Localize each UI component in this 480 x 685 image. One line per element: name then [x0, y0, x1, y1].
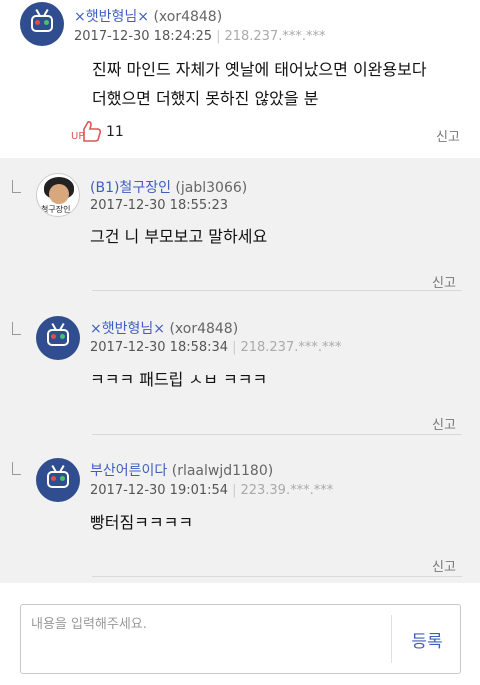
comment-meta: 2017-12-30 18:24:25 | 218.237.***.***: [74, 29, 326, 44]
author-nickname[interactable]: ×햇반형님×: [74, 9, 149, 25]
comment-meta: 2017-12-30 19:01:54 | 223.39.***.***: [90, 483, 334, 498]
compose-box: 등록: [20, 604, 461, 674]
comment-line: 진짜 마인드 자체가 옛날에 태어났으면 이완용보다: [92, 60, 427, 79]
comment-date: 2017-12-30 18:55:23: [90, 198, 229, 213]
author-id: (rlaalwjd1180): [171, 463, 274, 479]
comment-meta: 2017-12-30 18:55:23: [90, 198, 228, 213]
comment-date: 2017-12-30 18:24:25: [74, 29, 213, 44]
author-id: (xor4848): [153, 9, 223, 25]
up-label: UP: [71, 131, 84, 142]
reply-item: 부산어른이다 (rlaalwjd1180) 2017-12-30 19:01:5…: [0, 438, 480, 583]
comment-line: 빵터짐ㅋㅋㅋㅋ: [90, 513, 194, 532]
reply-branch-icon: [12, 462, 21, 475]
reply-branch-icon: [12, 180, 21, 193]
comment-main: ×햇반형님× (xor4848) 2017-12-30 18:24:25 | 218…: [0, 0, 480, 158]
divider: [92, 290, 462, 291]
avatar-tv-icon[interactable]: [20, 2, 64, 46]
report-button[interactable]: 신고: [436, 126, 460, 145]
comment-ip: 223.39.***.***: [240, 483, 334, 498]
comment-compose: 등록: [0, 583, 480, 685]
comment-date: 2017-12-30 19:01:54: [90, 483, 229, 498]
comment-author[interactable]: 부산어른이다 (rlaalwjd1180): [90, 460, 273, 480]
comment-line: 더했으면 더했지 못하진 않았을 분: [92, 89, 319, 108]
comment-line: 그건 니 부모보고 말하세요: [90, 227, 268, 246]
avatar-photo[interactable]: 철구장인: [36, 173, 80, 217]
report-button[interactable]: 신고: [432, 414, 456, 433]
comment-text: 그건 니 부모보고 말하세요: [90, 222, 267, 251]
author-id: (xor4848): [169, 321, 239, 337]
submit-button[interactable]: 등록: [393, 605, 461, 673]
report-button[interactable]: 신고: [432, 556, 456, 575]
report-button[interactable]: 신고: [432, 272, 456, 291]
divider: [92, 434, 462, 435]
author-nickname[interactable]: (B1)철구장인: [90, 180, 171, 196]
author-nickname[interactable]: 부산어른이다: [90, 463, 167, 479]
divider: [92, 576, 462, 577]
avatar-tv-icon[interactable]: [36, 458, 80, 502]
comment-meta: 2017-12-30 18:58:34 | 218.237.***.***: [90, 340, 342, 355]
up-count: 11: [106, 124, 124, 140]
comment-line: ㅋㅋㅋ 패드립 ㅅㅂ ㅋㅋㅋ: [90, 370, 268, 389]
comment-date: 2017-12-30 18:58:34: [90, 340, 229, 355]
comment-ip: 218.237.***.***: [240, 340, 342, 355]
reply-branch-icon: [12, 322, 21, 335]
avatar-tv-icon[interactable]: [36, 316, 80, 360]
comment-text: 빵터짐ㅋㅋㅋㅋ: [90, 508, 193, 537]
reply-item: 철구장인 (B1)철구장인 (jabl3066) 2017-12-30 18:5…: [0, 158, 480, 298]
thumbs-up-icon[interactable]: UP: [70, 120, 102, 142]
avatar-signature: 철구장인: [41, 205, 71, 214]
author-id: (jabl3066): [175, 180, 248, 196]
comment-text: 진짜 마인드 자체가 옛날에 태어났으면 이완용보다 더했으면 더했지 못하진 …: [92, 55, 427, 113]
comment-author[interactable]: (B1)철구장인 (jabl3066): [90, 177, 247, 197]
comment-author[interactable]: ×햇반형님× (xor4848): [74, 6, 222, 26]
comment-author[interactable]: ×햇반형님× (xor4848): [90, 318, 238, 338]
comment-input[interactable]: [21, 605, 381, 673]
reply-item: ×햇반형님× (xor4848) 2017-12-30 18:58:34 | 218…: [0, 298, 480, 438]
comment-text: ㅋㅋㅋ 패드립 ㅅㅂ ㅋㅋㅋ: [90, 365, 267, 394]
divider: [391, 615, 392, 663]
comment-ip: 218.237.***.***: [224, 29, 326, 44]
author-nickname[interactable]: ×햇반형님×: [90, 321, 165, 337]
